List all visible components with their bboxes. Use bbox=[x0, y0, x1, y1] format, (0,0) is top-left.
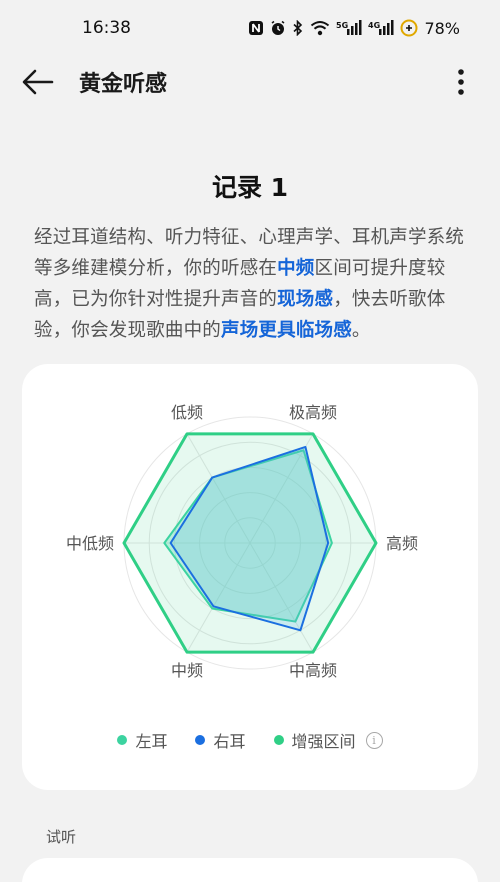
radar-axis-label: 中低频 bbox=[66, 534, 114, 553]
network-2-label: 4G bbox=[368, 21, 380, 30]
alarm-icon bbox=[270, 19, 286, 37]
legend-item-left-ear: 左耳 bbox=[117, 728, 167, 752]
radar-axis-label: 高频 bbox=[386, 534, 418, 553]
arrow-left-icon bbox=[22, 69, 54, 95]
back-button[interactable] bbox=[18, 62, 58, 102]
status-time: 16:38 bbox=[82, 18, 131, 38]
app-header: 黄金听感 bbox=[0, 56, 500, 106]
highlight-soundstage: 声场更具临场感 bbox=[221, 320, 352, 341]
legend-dot-right-ear bbox=[195, 735, 206, 745]
status-icons: 5G 4G 78% bbox=[248, 19, 460, 38]
more-button[interactable] bbox=[446, 62, 476, 102]
page-title: 黄金听感 bbox=[79, 72, 168, 97]
legend-dot-left-ear bbox=[117, 735, 128, 745]
battery-saver-icon bbox=[400, 19, 418, 37]
more-vertical-icon bbox=[458, 69, 464, 95]
nfc-icon bbox=[248, 19, 264, 37]
result-description: 经过耳道结构、听力特征、心理声学、耳机声学系统等多维建模分析，你的听感在中频区间… bbox=[34, 222, 474, 346]
highlight-band: 中频 bbox=[277, 258, 315, 279]
highlight-effect: 现场感 bbox=[277, 289, 334, 310]
legend-label-right-ear: 右耳 bbox=[213, 732, 246, 751]
chart-card: 极高频高频中高频 中频 中低频 低频 左耳 右耳 增强区间 i bbox=[22, 364, 478, 790]
legend-label-enhance: 增强区间 bbox=[291, 732, 356, 751]
signal-4g-icon: 4G bbox=[368, 19, 394, 37]
status-bar: 16:38 5G 4G 78% bbox=[0, 0, 500, 56]
signal-5g-icon: 5G bbox=[336, 19, 362, 37]
legend-label-left-ear: 左耳 bbox=[135, 732, 168, 751]
info-icon[interactable]: i bbox=[365, 731, 383, 749]
radar-chart: 极高频高频中高频 中频 中低频 低频 bbox=[66, 403, 418, 680]
radar-series bbox=[122, 432, 378, 654]
radar-axis-label: 中高频 bbox=[289, 661, 337, 680]
chart-legend: 左耳 右耳 增强区间 i bbox=[22, 728, 478, 752]
battery-percent: 78% bbox=[424, 18, 460, 38]
radar-axis-label: 低频 bbox=[171, 403, 203, 422]
bluetooth-icon bbox=[292, 19, 304, 37]
section-label-trial: 试听 bbox=[46, 828, 77, 846]
description-text-4: 。 bbox=[351, 320, 371, 341]
wifi-icon bbox=[310, 19, 330, 37]
legend-item-enhance: 增强区间 i bbox=[273, 728, 383, 752]
legend-item-right-ear: 右耳 bbox=[195, 728, 246, 752]
legend-dot-enhance bbox=[273, 735, 284, 745]
radar-axis-label: 中频 bbox=[171, 661, 203, 680]
record-title: 记录 1 bbox=[211, 173, 289, 202]
radar-axis-label: 极高频 bbox=[289, 403, 337, 422]
network-1-label: 5G bbox=[336, 21, 348, 30]
trial-card[interactable] bbox=[22, 858, 478, 882]
